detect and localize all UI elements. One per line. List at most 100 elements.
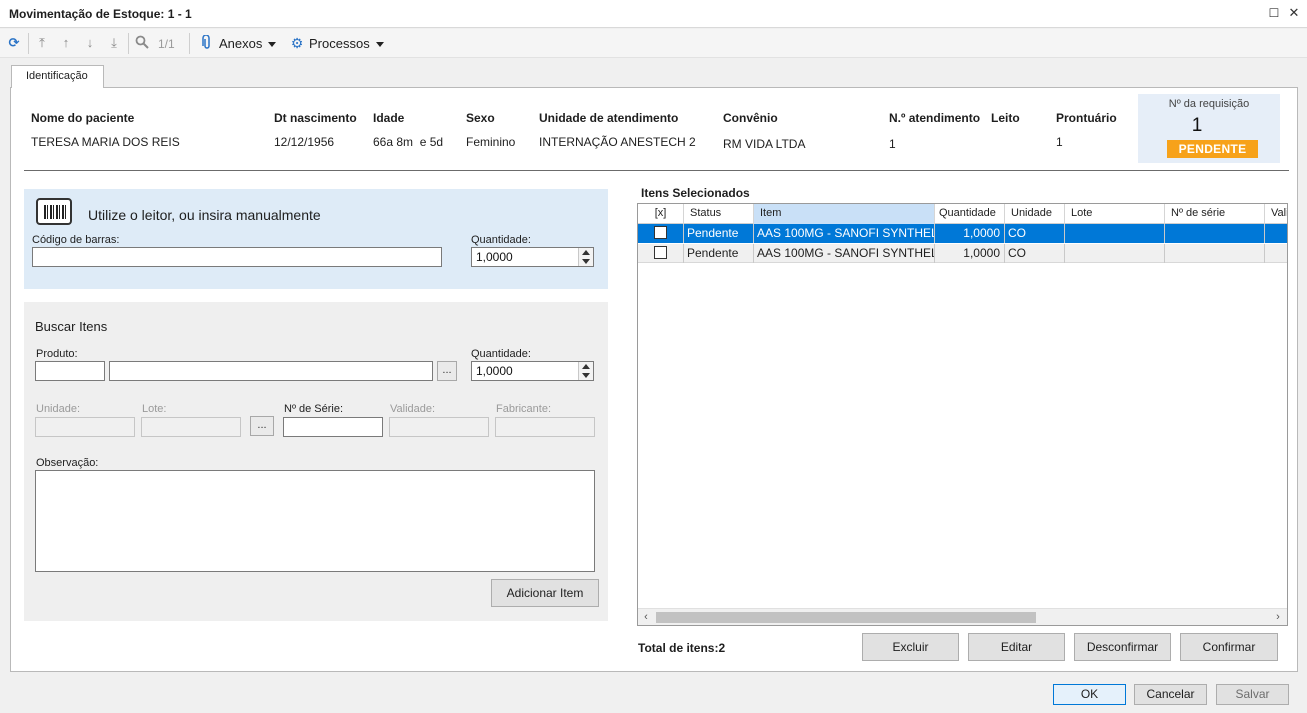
confirm-button[interactable]: Confirmar <box>1180 633 1278 661</box>
serial-number-label: Nº de Série: <box>284 403 344 415</box>
window-title: Movimentação de Estoque: 1 - 1 <box>9 7 192 21</box>
edit-button[interactable]: Editar <box>968 633 1065 661</box>
spinner-arrows-icon[interactable] <box>578 362 593 380</box>
scroll-left-icon[interactable]: ‹ <box>639 610 653 624</box>
search-quantity-stepper[interactable]: 1,0000 <box>471 361 594 381</box>
total-items: Total de itens:2 <box>638 641 726 655</box>
maximize-icon[interactable]: ☐ <box>1266 5 1282 21</box>
row-quantity: 1,0000 <box>935 224 1005 243</box>
chevron-down-icon <box>375 42 384 48</box>
last-record-icon[interactable]: ⤓ <box>106 35 122 51</box>
toolbar-separator <box>189 33 190 54</box>
scroll-right-icon[interactable]: › <box>1271 610 1285 624</box>
medical-record-label: Prontuário <box>1056 111 1117 125</box>
row-lot <box>1065 244 1165 263</box>
row-checkbox[interactable] <box>654 226 667 239</box>
close-icon[interactable]: ✕ <box>1286 5 1302 21</box>
birth-date-label: Dt nascimento <box>274 111 357 125</box>
search-quantity-label: Quantidade: <box>471 348 531 360</box>
tab-label: Identificação <box>26 70 88 82</box>
attachments-menu[interactable]: Anexos <box>219 36 277 51</box>
tab-identificacao[interactable]: Identificação <box>11 65 104 88</box>
care-unit: INTERNAÇÃO ANESTECH 2 <box>539 135 696 149</box>
grid-header: [x] Status Item Quantidade Unidade Lote … <box>638 204 1287 224</box>
sex-label: Sexo <box>466 111 495 125</box>
barcode-quantity-stepper[interactable]: 1,0000 <box>471 247 594 267</box>
previous-record-icon[interactable]: ↑ <box>58 35 74 51</box>
refresh-icon[interactable]: ⟳ <box>6 35 22 51</box>
unit-label: Unidade: <box>36 403 81 415</box>
lot-label: Lote: <box>142 403 167 415</box>
toolbar-separator <box>28 33 29 54</box>
processes-menu[interactable]: Processos <box>309 36 384 51</box>
search-panel-title: Buscar Itens <box>35 319 108 334</box>
ok-button[interactable]: OK <box>1053 684 1126 705</box>
barcode-panel: Utilize o leitor, ou insira manualmente … <box>24 189 608 289</box>
toolbar-separator <box>128 33 129 54</box>
birth-date: 12/12/1956 <box>274 135 335 149</box>
insurance: RM VIDA LTDA <box>723 137 806 151</box>
delete-button[interactable]: Excluir <box>862 633 959 661</box>
barcode-icon <box>36 198 72 225</box>
medical-record: 1 <box>1056 135 1063 149</box>
cancel-button[interactable]: Cancelar <box>1134 684 1207 705</box>
product-browse-button[interactable]: ... <box>437 361 457 381</box>
gear-icon: ⚙ <box>290 35 304 51</box>
barcode-quantity-label: Quantidade: <box>471 234 531 246</box>
age: 66a 8m e 5d <box>373 135 444 149</box>
first-record-icon[interactable]: ⤒ <box>34 35 50 51</box>
next-record-icon[interactable]: ↓ <box>82 35 98 51</box>
horizontal-scrollbar[interactable]: ‹ › <box>638 608 1287 625</box>
unit-input <box>35 417 135 437</box>
column-header-item[interactable]: Item <box>754 204 935 224</box>
selected-items-grid: [x] Status Item Quantidade Unidade Lote … <box>637 203 1288 626</box>
column-header-status[interactable]: Status <box>684 204 754 224</box>
attachments-label: Anexos <box>219 36 263 51</box>
barcode-input[interactable] <box>32 247 442 267</box>
column-header-serial[interactable]: Nº de série <box>1165 204 1265 224</box>
add-item-button[interactable]: Adicionar Item <box>491 579 599 607</box>
column-header-quantity[interactable]: Quantidade <box>935 204 1005 224</box>
care-unit-label: Unidade de atendimento <box>539 111 679 125</box>
scrollbar-thumb[interactable] <box>656 612 1036 623</box>
attendance-number: 1 <box>889 137 896 151</box>
paperclip-icon <box>199 34 215 51</box>
row-checkbox[interactable] <box>654 246 667 259</box>
sex: Feminino <box>466 135 516 149</box>
column-header-select[interactable]: [x] <box>638 204 684 224</box>
processes-label: Processos <box>309 36 370 51</box>
row-checkbox-cell <box>638 224 684 243</box>
lot-browse-button[interactable]: ... <box>250 416 274 436</box>
unconfirm-button[interactable]: Desconfirmar <box>1074 633 1171 661</box>
row-unit: CO <box>1005 244 1065 263</box>
manufacturer-input <box>495 417 595 437</box>
column-header-unit[interactable]: Unidade <box>1005 204 1065 224</box>
row-checkbox-cell <box>638 244 684 263</box>
table-row[interactable]: Pendente AAS 100MG - SANOFI SYNTHEL... 1… <box>638 244 1287 263</box>
search-quantity-value: 1,0000 <box>476 364 513 378</box>
column-header-validity[interactable]: Vali <box>1265 204 1287 224</box>
row-quantity: 1,0000 <box>935 244 1005 263</box>
row-status: Pendente <box>684 244 754 263</box>
table-row[interactable]: Pendente AAS 100MG - SANOFI SYNTHEL... 1… <box>638 224 1287 243</box>
search-icon[interactable] <box>134 35 150 51</box>
row-status: Pendente <box>684 224 754 243</box>
manufacturer-label: Fabricante: <box>496 403 552 415</box>
barcode-field-label: Código de barras: <box>32 234 120 246</box>
row-serial <box>1165 224 1265 243</box>
product-label: Produto: <box>36 348 78 360</box>
selected-items-title: Itens Selecionados <box>641 186 750 200</box>
serial-number-input[interactable] <box>283 417 383 437</box>
requisition-box: Nº da requisição 1 PENDENTE <box>1138 94 1280 163</box>
attendance-number-label: N.º atendimento <box>889 111 981 125</box>
product-name-input[interactable] <box>109 361 433 381</box>
notes-textarea[interactable] <box>35 470 595 572</box>
save-button[interactable]: Salvar <box>1216 684 1289 705</box>
row-item: AAS 100MG - SANOFI SYNTHEL... <box>754 244 935 263</box>
search-items-panel: Buscar Itens Produto: ... Quantidade: 1,… <box>24 302 608 621</box>
spinner-arrows-icon[interactable] <box>578 248 593 266</box>
page-indicator: 1/1 <box>158 37 175 51</box>
product-code-input[interactable] <box>35 361 105 381</box>
barcode-quantity-value: 1,0000 <box>476 250 513 264</box>
column-header-lot[interactable]: Lote <box>1065 204 1165 224</box>
